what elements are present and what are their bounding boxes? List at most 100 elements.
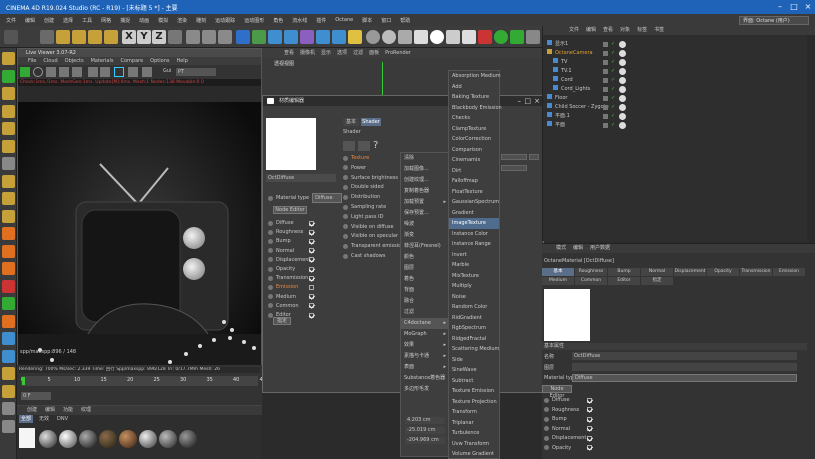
submenu-item[interactable]: Side	[449, 355, 499, 366]
attribute-material-preview[interactable]	[544, 289, 590, 341]
visibility-icon[interactable]	[603, 51, 608, 56]
material-preview[interactable]	[266, 118, 316, 170]
context-menu-item[interactable]: 着色	[401, 274, 449, 285]
tool-icon[interactable]	[2, 367, 15, 380]
menu-item[interactable]: 渲染	[177, 17, 187, 24]
menu-item[interactable]: 选择	[63, 17, 73, 24]
menu-item[interactable]: 帮助	[400, 17, 410, 24]
render-start-icon[interactable]	[20, 67, 30, 77]
attribute-checkbox[interactable]	[587, 416, 592, 422]
submenu-item[interactable]: Marble	[449, 260, 499, 271]
tool-icon[interactable]	[2, 157, 15, 170]
tab-shader[interactable]: Shader	[361, 118, 381, 126]
attribute-check-row[interactable]: Displacement	[544, 434, 592, 442]
object-row[interactable]: Floor ✓	[547, 94, 809, 103]
tool-icon[interactable]	[2, 402, 15, 415]
object-menu-item[interactable]: 标签	[637, 26, 647, 35]
tool-icon[interactable]	[2, 279, 15, 293]
context-menu-item[interactable]: 保存预置...	[401, 208, 449, 219]
context-menu-item[interactable]: 多边形毛发	[401, 384, 449, 395]
coord-y[interactable]: -25.019 cm	[405, 427, 445, 434]
menu-item[interactable]: 插件	[316, 17, 326, 24]
channel-checkbox[interactable]	[309, 312, 314, 318]
tool-icon[interactable]	[2, 419, 15, 433]
attribute-tab[interactable]: Bump	[608, 268, 640, 276]
close-icon[interactable]: ×	[801, 0, 815, 14]
property-row[interactable]: Visible on diffuse	[343, 223, 394, 231]
subdivision-icon[interactable]	[268, 30, 282, 44]
tag-icon[interactable]	[619, 59, 626, 66]
channel-checkbox[interactable]	[309, 257, 314, 263]
submenu-item[interactable]: Instance Range	[449, 239, 499, 250]
material-filter-tab[interactable]: 无效	[37, 415, 51, 423]
tool-icon[interactable]	[2, 209, 15, 223]
menu-item[interactable]: 文件	[6, 17, 16, 24]
maximize-icon[interactable]: □	[787, 0, 801, 14]
octane-cloud-icon[interactable]	[494, 30, 508, 44]
channel-row[interactable]: Normal	[268, 247, 314, 255]
menu-item[interactable]: 脚本	[362, 17, 372, 24]
attribute-tab[interactable]: 指定	[641, 277, 673, 285]
attribute-check-row[interactable]: Bump	[544, 415, 592, 423]
viewport-menu-item[interactable]: 过滤	[353, 48, 363, 58]
octane-material-icon[interactable]	[430, 30, 444, 44]
visibility-icon[interactable]	[603, 60, 608, 65]
clay-icon[interactable]	[128, 67, 138, 77]
material-thumb[interactable]	[99, 430, 117, 448]
menu-item[interactable]: 模拟	[158, 17, 168, 24]
attribute-checkbox[interactable]	[587, 445, 592, 450]
attribute-checkbox[interactable]	[587, 426, 592, 431]
context-menu-item[interactable]: 创建纹理...	[401, 175, 449, 186]
material-thumb[interactable]	[139, 430, 157, 448]
submenu-item[interactable]: Invert	[449, 250, 499, 261]
menu-item[interactable]: 动画	[139, 17, 149, 24]
render-settings-icon[interactable]	[72, 67, 82, 77]
tag-icon[interactable]	[619, 68, 626, 75]
scale-icon[interactable]	[72, 30, 86, 44]
context-menu-item[interactable]: 清除	[401, 153, 449, 164]
menu-item[interactable]: 窗口	[381, 17, 391, 24]
tool-icon[interactable]	[2, 174, 15, 188]
select-icon[interactable]	[40, 30, 54, 44]
render-restart-icon[interactable]	[33, 67, 43, 77]
material-thumb[interactable]	[79, 430, 97, 448]
attribute-check-row[interactable]: Roughness	[544, 406, 592, 414]
channel-row[interactable]: Displacement	[268, 256, 314, 264]
channel-checkbox[interactable]	[309, 266, 314, 272]
submenu-item[interactable]: Checks	[449, 113, 499, 124]
texture-button[interactable]	[529, 154, 539, 160]
tab-basic[interactable]: 基本	[343, 118, 359, 126]
texture-field[interactable]	[501, 154, 527, 160]
submenu-item[interactable]: MixTexture	[449, 271, 499, 282]
channel-checkbox[interactable]	[309, 303, 314, 309]
material-name-field[interactable]: OctDiffuse	[266, 174, 336, 182]
submenu-item[interactable]: FloatTexture	[449, 187, 499, 198]
render-stop-icon[interactable]	[59, 67, 69, 77]
object-row[interactable]: OctaneCamera ✓	[547, 49, 809, 58]
material-thumb[interactable]	[179, 430, 197, 448]
viewport-menu-item[interactable]: 显示	[321, 48, 331, 58]
channel-row[interactable]: Opacity	[268, 265, 314, 273]
attribute-tab[interactable]: Common	[575, 277, 607, 285]
move-icon[interactable]	[56, 30, 70, 44]
viewport-menu-item[interactable]: 选项	[337, 48, 347, 58]
octane-live-icon[interactable]	[462, 30, 476, 44]
attribute-menu-item[interactable]: 用户数据	[590, 244, 610, 253]
menu-item[interactable]: 角色	[273, 17, 283, 24]
visibility-icon[interactable]	[603, 42, 608, 47]
object-menu-item[interactable]: 书签	[654, 26, 664, 35]
tool-icon[interactable]	[2, 122, 15, 135]
octane-settings-icon[interactable]	[526, 30, 540, 44]
tool-icon[interactable]	[2, 227, 15, 240]
channel-checkbox[interactable]	[309, 248, 314, 254]
material-thumb[interactable]	[159, 430, 177, 448]
render-settings-icon[interactable]	[218, 30, 232, 44]
context-menu-item[interactable]: 加载预置 ▸	[401, 197, 449, 208]
material-manager-menu-item[interactable]: 创建	[27, 406, 37, 415]
material-type-select[interactable]: Diffuse	[312, 193, 343, 203]
tag-icon[interactable]	[619, 41, 626, 48]
tool-icon[interactable]	[2, 87, 15, 100]
attribute-tab[interactable]: Transmission	[740, 268, 772, 276]
object-row[interactable]: TV ✓	[547, 58, 809, 67]
tag-icon[interactable]	[619, 95, 626, 102]
